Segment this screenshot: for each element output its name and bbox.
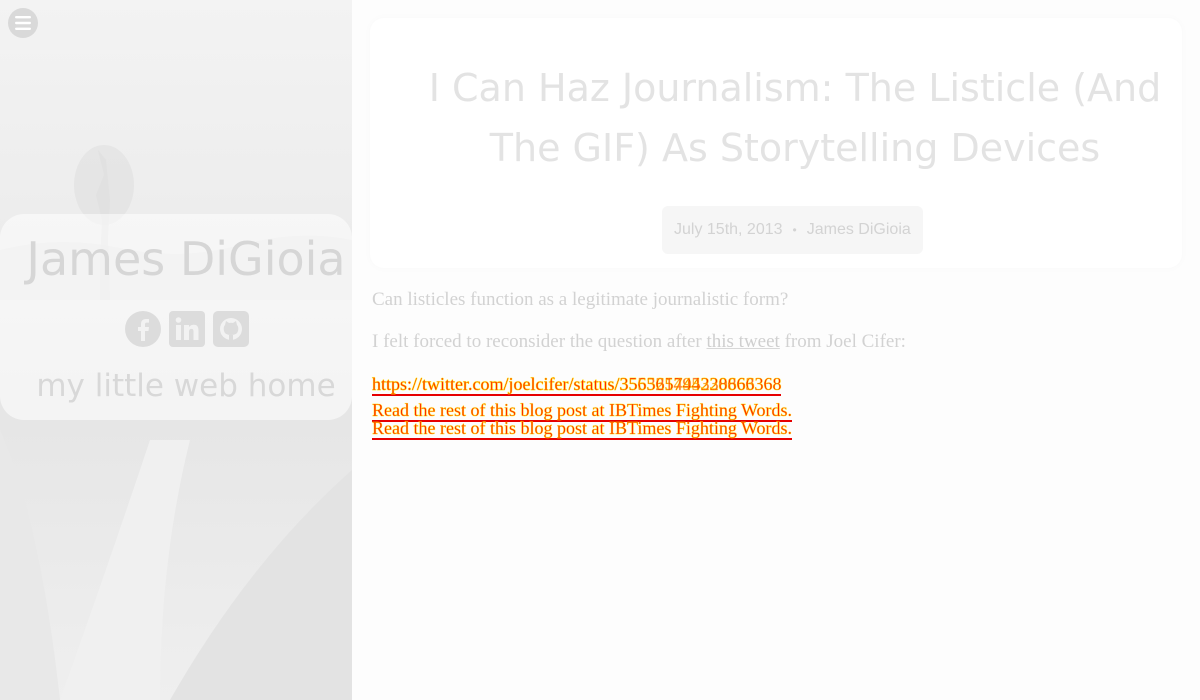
paragraph-text: I felt forced to reconsider the question… [372,331,702,352]
paragraph-text: from Joel Cifer: [784,331,906,352]
main-content: I Can Haz Journalism: The Listicle (And … [352,0,1200,700]
post-meta: July 15th, 2013 • James DiGioia [662,206,923,254]
site-name[interactable]: James DiGioia [0,232,352,286]
linkedin-icon [169,311,205,347]
facebook-link[interactable] [124,310,162,348]
github-link[interactable] [212,310,250,348]
hamburger-menu-icon [15,16,31,30]
tweet-link[interactable]: this tweet [706,331,779,352]
post-date: July 15th, 2013 [674,221,783,238]
post-paragraph: Can listicles function as a legitimate j… [372,289,789,310]
linkedin-link[interactable] [168,310,206,348]
tweet-url-overlay: https://twitter.com/joelcifer/status/355… [372,374,755,395]
read-more-link-duplicate[interactable]: Read the rest of this blog post at IBTim… [372,418,792,440]
sidebar: James DiGioia my little web home [0,0,352,700]
post-header-card: I Can Haz Journalism: The Listicle (And … [370,18,1182,268]
post-title: I Can Haz Journalism: The Listicle (And … [428,66,1162,170]
post-body: Can listicles function as a legitimate j… [372,288,1172,440]
github-icon [213,311,249,347]
tweet-url-a: https://twitter.com/joelcifer/status/355… [372,374,755,394]
facebook-icon [125,311,161,347]
post-author[interactable]: James DiGioia [807,221,911,239]
social-links [124,310,250,348]
post-paragraph: I felt forced to reconsider the question… [372,330,1172,354]
meta-separator: • [792,223,797,237]
site-tagline: my little web home [36,368,336,404]
menu-button[interactable] [8,8,38,38]
